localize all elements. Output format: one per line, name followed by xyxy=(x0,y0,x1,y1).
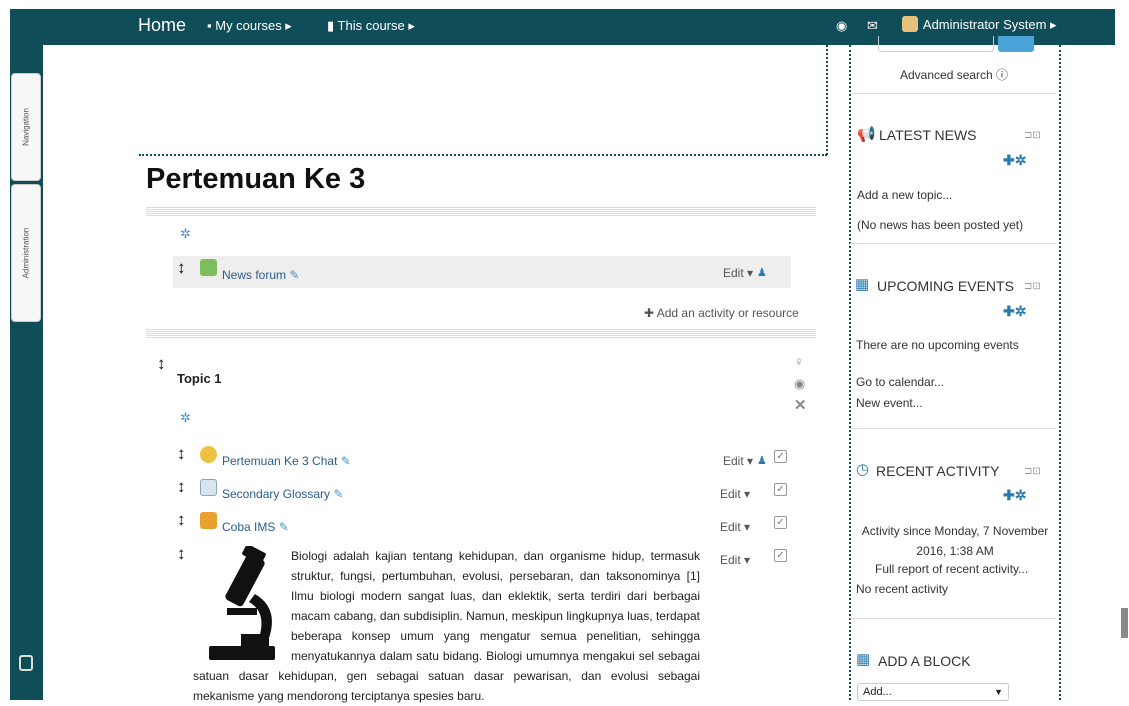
chevron-down-icon: ▼ xyxy=(994,687,1003,697)
forum-icon xyxy=(200,259,217,276)
activity-name: Coba IMS xyxy=(222,520,276,534)
move-icon[interactable]: ↕ xyxy=(177,258,186,278)
completion-checkbox[interactable]: ✓ xyxy=(774,483,787,496)
block-dock-icon[interactable]: ⊐⊡ xyxy=(1024,281,1041,292)
divider xyxy=(850,243,1056,244)
user-role-icon[interactable]: ♟ xyxy=(757,454,767,467)
edit-menu[interactable]: Edit ▾ xyxy=(720,487,750,501)
section-divider xyxy=(146,328,816,338)
pencil-icon[interactable]: ✎ xyxy=(341,454,351,468)
topic-title: Topic 1 xyxy=(177,371,222,386)
edit-menu[interactable]: Edit ▾ xyxy=(723,266,753,280)
move-icon[interactable]: ↕ xyxy=(177,477,186,497)
block-title-upcoming-events: UPCOMING EVENTS xyxy=(877,278,1014,294)
scrollbar-thumb[interactable] xyxy=(1121,608,1128,638)
add-topic-link[interactable]: Add a new topic... xyxy=(857,188,952,202)
avatar xyxy=(902,16,918,32)
add-activity-link[interactable]: ✚ Add an activity or resource xyxy=(644,306,799,320)
undock-icon[interactable] xyxy=(19,655,33,671)
dock-tab-label: Administration xyxy=(21,227,31,279)
user-menu[interactable]: Administrator System ▸ xyxy=(902,16,1057,33)
block-title-latest-news: LATEST NEWS xyxy=(879,127,977,143)
notifications-icon[interactable]: ✉ xyxy=(867,18,878,34)
section-edit-gear-icon[interactable]: ✲ xyxy=(180,226,191,242)
no-events-text: There are no upcoming events xyxy=(856,338,1019,352)
edit-menu[interactable]: Edit ▾ xyxy=(723,454,753,468)
activity-name: Pertemuan Ke 3 Chat xyxy=(222,454,338,468)
messages-icon[interactable]: ◉ xyxy=(836,18,847,34)
this-course-label: This course ▸ xyxy=(337,18,415,33)
search-input[interactable] xyxy=(878,36,994,52)
new-event-link[interactable]: New event... xyxy=(856,396,923,410)
divider xyxy=(850,618,1056,619)
blocks-grid-icon: ▦ xyxy=(856,651,871,668)
chat-icon xyxy=(200,446,217,463)
edit-menu[interactable]: Edit ▾ xyxy=(720,520,750,534)
eye-icon[interactable]: ◉ xyxy=(794,376,805,392)
go-to-calendar-link[interactable]: Go to calendar... xyxy=(856,375,944,389)
section-edit-gear-icon[interactable]: ✲ xyxy=(180,410,191,426)
briefcase-icon: ▪ xyxy=(207,18,212,33)
dock-tab-navigation[interactable]: Navigation xyxy=(11,73,41,181)
clock-icon: ◷ xyxy=(856,461,870,478)
block-region-border xyxy=(849,45,851,700)
activity-name: Secondary Glossary xyxy=(222,487,331,501)
user-name: Administrator System ▸ xyxy=(922,17,1057,32)
full-report-link[interactable]: Full report of recent activity... xyxy=(875,562,1028,576)
activity-link-glossary[interactable]: Secondary Glossary ✎ xyxy=(222,487,343,501)
select-value: Add... xyxy=(863,686,892,698)
completion-checkbox[interactable]: ✓ xyxy=(774,549,787,562)
activity-link-chat[interactable]: Pertemuan Ke 3 Chat ✎ xyxy=(222,454,351,468)
completion-checkbox[interactable]: ✓ xyxy=(774,516,787,529)
region-border xyxy=(139,154,827,156)
ims-package-icon xyxy=(200,512,217,529)
block-title-add-block: ADD A BLOCK xyxy=(878,653,971,669)
activity-since-text: Activity since Monday, 7 November 2016, … xyxy=(861,524,1049,558)
this-course-menu[interactable]: ▮ This course ▸ xyxy=(327,18,415,34)
megaphone-icon: 📢 xyxy=(857,126,876,143)
highlight-lightbulb-icon[interactable]: ♀ xyxy=(794,354,804,369)
no-news-text: (No news has been posted yet) xyxy=(857,218,1024,232)
dock-tab-label: Navigation xyxy=(21,108,31,146)
edit-menu[interactable]: Edit ▾ xyxy=(720,553,750,567)
add-block-select[interactable]: Add... ▼ xyxy=(857,683,1009,701)
activity-link-ims[interactable]: Coba IMS ✎ xyxy=(222,520,289,534)
divider xyxy=(850,428,1056,429)
book-icon: ▮ xyxy=(327,18,335,33)
calendar-icon: ▦ xyxy=(855,276,870,293)
pencil-icon[interactable]: ✎ xyxy=(289,268,299,282)
block-settings-gear-icon[interactable]: ✚✲ xyxy=(1003,487,1026,504)
advanced-search-link[interactable]: Advanced search ⓘ xyxy=(900,66,1008,83)
move-section-icon[interactable]: ↕ xyxy=(157,354,166,374)
no-recent-activity-text: No recent activity xyxy=(856,582,949,596)
block-settings-gear-icon[interactable]: ✚✲ xyxy=(1003,152,1026,169)
block-dock-icon[interactable]: ⊐⊡ xyxy=(1024,466,1041,477)
block-dock-icon[interactable]: ⊐⊡ xyxy=(1024,130,1041,141)
my-courses-menu[interactable]: ▪ My courses ▸ xyxy=(207,18,292,34)
block-region-border xyxy=(1059,45,1061,700)
divider xyxy=(850,93,1056,94)
page-title: Pertemuan Ke 3 xyxy=(146,163,366,195)
glossary-icon xyxy=(200,479,217,496)
activity-name: News forum xyxy=(222,268,287,282)
block-title-recent-activity: RECENT ACTIVITY xyxy=(876,463,1000,479)
section-divider xyxy=(146,206,816,216)
completion-checkbox[interactable]: ✓ xyxy=(774,450,787,463)
move-icon[interactable]: ↕ xyxy=(177,544,186,564)
block-settings-gear-icon[interactable]: ✚✲ xyxy=(1003,303,1026,320)
delete-x-icon[interactable]: ✕ xyxy=(794,396,807,414)
move-icon[interactable]: ↕ xyxy=(177,510,186,530)
my-courses-label: My courses ▸ xyxy=(215,18,292,33)
microscope-icon xyxy=(209,546,275,660)
user-role-icon[interactable]: ♟ xyxy=(757,266,767,279)
pencil-icon[interactable]: ✎ xyxy=(279,520,289,534)
region-border xyxy=(826,45,828,155)
home-link[interactable]: Home xyxy=(138,15,186,36)
pencil-icon[interactable]: ✎ xyxy=(333,487,343,501)
move-icon[interactable]: ↕ xyxy=(177,444,186,464)
search-button[interactable] xyxy=(998,36,1034,52)
dock-tab-administration[interactable]: Administration xyxy=(11,184,41,322)
label-content: Biologi adalah kajian tentang kehidupan,… xyxy=(193,546,700,706)
activity-link-news-forum[interactable]: News forum ✎ xyxy=(222,268,299,282)
